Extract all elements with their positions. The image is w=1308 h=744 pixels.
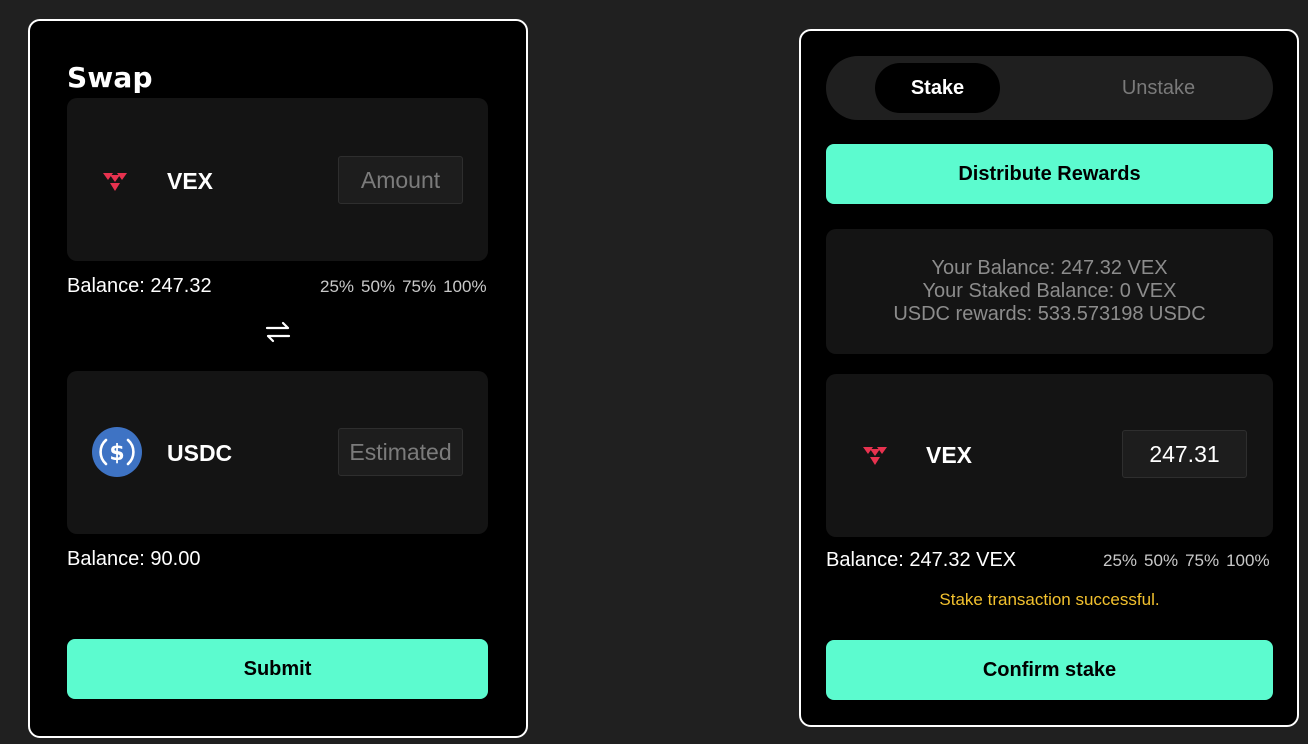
to-balance: Balance: 90.00 xyxy=(67,548,201,570)
stake-token-name: VEX xyxy=(926,442,973,468)
stake-tabs: Stake Unstake xyxy=(826,56,1273,120)
from-token-name: VEX xyxy=(167,168,214,194)
stake-pct-75-button[interactable]: 75% xyxy=(1185,551,1219,571)
stake-status-message: Stake transaction successful. xyxy=(939,590,1160,609)
pct-75-button[interactable]: 75% xyxy=(402,277,436,297)
stake-percentage-group: 25% 50% 75% 100% xyxy=(1103,551,1270,571)
stake-amount-input[interactable] xyxy=(1122,430,1247,478)
stake-info-box: Your Balance: 247.32 VEX Your Staked Bal… xyxy=(826,229,1273,354)
pct-100-button[interactable]: 100% xyxy=(443,277,486,297)
usdc-logo-icon: $ xyxy=(92,427,142,477)
from-percentage-group: 25% 50% 75% 100% xyxy=(320,277,487,297)
stake-pct-25-button[interactable]: 25% xyxy=(1103,551,1137,571)
stake-panel: Stake Unstake Distribute Rewards Your Ba… xyxy=(799,29,1299,727)
your-balance-text: Your Balance: 247.32 VEX xyxy=(931,257,1168,279)
swap-arrows-icon[interactable] xyxy=(263,317,293,347)
submit-button[interactable]: Submit xyxy=(67,639,488,699)
vex-logo-icon xyxy=(863,447,887,465)
from-balance: Balance: 247.32 xyxy=(67,275,212,297)
vex-logo-icon xyxy=(103,173,127,191)
to-amount-input[interactable] xyxy=(338,428,463,476)
pct-50-button[interactable]: 50% xyxy=(361,277,395,297)
stake-pct-50-button[interactable]: 50% xyxy=(1144,551,1178,571)
from-token-box: VEX xyxy=(67,98,488,261)
usdc-rewards-text: USDC rewards: 533.573198 USDC xyxy=(893,303,1206,325)
from-amount-input[interactable] xyxy=(338,156,463,204)
svg-text:$: $ xyxy=(109,441,124,466)
tab-unstake[interactable]: Unstake xyxy=(1096,63,1221,113)
tab-stake[interactable]: Stake xyxy=(875,63,1000,113)
stake-pct-100-button[interactable]: 100% xyxy=(1226,551,1269,571)
pct-25-button[interactable]: 25% xyxy=(320,277,354,297)
swap-panel: Swap VEX Balance: 247.32 25% 50% 75% 100… xyxy=(28,19,528,738)
swap-title: Swap xyxy=(67,61,153,94)
distribute-rewards-button[interactable]: Distribute Rewards xyxy=(826,144,1273,204)
to-token-name: USDC xyxy=(167,440,233,466)
stake-token-box: VEX xyxy=(826,374,1273,537)
confirm-stake-button[interactable]: Confirm stake xyxy=(826,640,1273,700)
staked-balance-text: Your Staked Balance: 0 VEX xyxy=(922,280,1177,302)
to-token-box: $ USDC xyxy=(67,371,488,534)
stake-balance: Balance: 247.32 VEX xyxy=(826,549,1017,571)
